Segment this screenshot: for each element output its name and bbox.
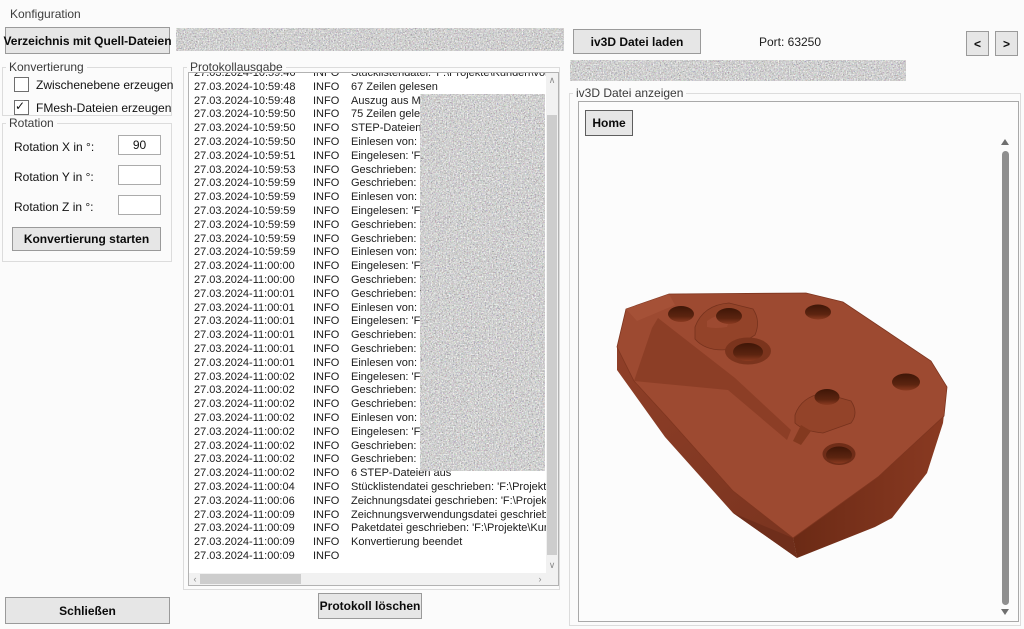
start-conversion-button[interactable]: Konvertierung starten — [12, 227, 161, 251]
viewer-vscroll-thumb[interactable] — [1002, 151, 1009, 605]
log-hscrollbar[interactable]: ‹ › — [189, 573, 546, 585]
log-row[interactable]: 27.03.2024-11:00:09INFOKonvertierung bee… — [189, 536, 546, 550]
viewer-group-label: iv3D Datei anzeigen — [573, 86, 686, 100]
checkbox-fmesh-label: FMesh-Dateien erzeugen — [36, 101, 171, 115]
log-row[interactable]: 27.03.2024-11:00:06INFOZeichnungsdatei g… — [189, 495, 546, 509]
viewer-scroll-up-icon[interactable] — [1001, 139, 1009, 145]
log-row[interactable]: 27.03.2024-10:59:46INFOStücklistendatei:… — [189, 73, 546, 81]
checkbox-zwischenebene[interactable] — [14, 77, 29, 92]
next-button[interactable]: > — [995, 31, 1018, 56]
redacted-log-paths — [420, 94, 545, 471]
rotation-x-label: Rotation X in °: — [14, 140, 94, 154]
checkbox-row-fmesh[interactable]: FMesh-Dateien erzeugen — [14, 100, 171, 115]
prev-button[interactable]: < — [966, 31, 989, 56]
checkbox-row-zwischenebene[interactable]: Zwischenebene erzeugen — [14, 77, 173, 92]
log-scroll-up-icon[interactable]: ∧ — [546, 76, 558, 85]
3d-model[interactable] — [595, 265, 985, 575]
home-view-button[interactable]: Home — [585, 110, 633, 136]
rotation-z-input[interactable] — [118, 195, 161, 215]
log-vscroll-thumb[interactable] — [547, 115, 557, 555]
rotation-group-label: Rotation — [6, 116, 57, 130]
checkbox-zwischenebene-label: Zwischenebene erzeugen — [36, 78, 173, 92]
log-vscrollbar[interactable]: ∧ ∨ — [546, 73, 558, 573]
log-scroll-right-icon[interactable]: › — [534, 575, 546, 584]
rotation-y-input[interactable] — [118, 165, 161, 185]
log-row[interactable]: 27.03.2024-10:59:48INFO67 Zeilen gelesen — [189, 81, 546, 95]
close-button[interactable]: Schließen — [5, 597, 170, 624]
viewer-scroll-down-icon[interactable] — [1001, 609, 1009, 615]
log-row[interactable]: 27.03.2024-11:00:04INFOStücklistendatei … — [189, 481, 546, 495]
rotation-y-label: Rotation Y in °: — [14, 170, 94, 184]
log-scrollbar-corner — [546, 573, 558, 585]
rotation-x-input[interactable] — [118, 135, 161, 155]
redacted-source-path — [176, 28, 564, 51]
redacted-iv3d-path — [570, 60, 906, 81]
port-label: Port: 63250 — [700, 35, 880, 49]
clear-log-button[interactable]: Protokoll löschen — [318, 593, 422, 619]
log-row[interactable]: 27.03.2024-11:00:09INFO — [189, 550, 546, 564]
log-row[interactable]: 27.03.2024-11:00:09INFOPaketdatei geschr… — [189, 522, 546, 536]
log-row[interactable]: 27.03.2024-11:00:09INFOZeichnungsverwend… — [189, 509, 546, 523]
log-scroll-down-icon[interactable]: ∨ — [546, 561, 558, 570]
source-directory-button[interactable]: Verzeichnis mit Quell-Dateien — [5, 27, 170, 54]
load-iv3d-button[interactable]: iv3D Datei laden — [573, 29, 701, 54]
conversion-group-label: Konvertierung — [6, 60, 87, 74]
rotation-z-label: Rotation Z in °: — [14, 200, 94, 214]
log-hscroll-thumb[interactable] — [200, 574, 301, 584]
checkbox-fmesh[interactable] — [14, 100, 29, 115]
window-title: Konfiguration — [10, 7, 81, 21]
